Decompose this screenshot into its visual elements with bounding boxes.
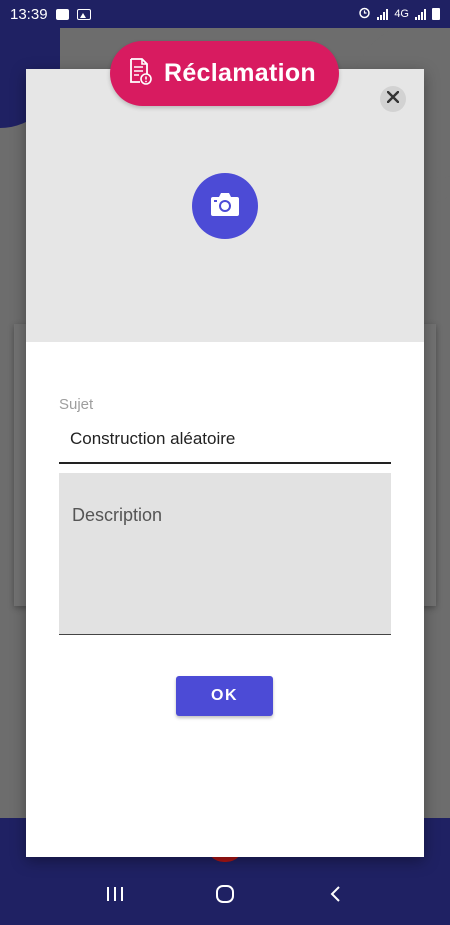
dialog-title-pill: Réclamation xyxy=(110,41,339,106)
battery-icon xyxy=(432,8,440,20)
reclamation-dialog: Sujet Construction aléatoire Description… xyxy=(26,69,424,857)
network-type: 4G xyxy=(394,8,409,20)
navigation-bar xyxy=(0,862,450,925)
document-alert-icon xyxy=(128,57,152,90)
dialog-title: Réclamation xyxy=(164,59,316,87)
status-bar: 13:39 4G xyxy=(0,0,450,28)
home-icon[interactable] xyxy=(205,874,245,914)
signal-icon xyxy=(377,8,389,20)
photo-area[interactable] xyxy=(26,69,424,342)
ok-button[interactable]: OK xyxy=(176,676,273,716)
check-box-icon xyxy=(55,8,69,20)
close-icon xyxy=(386,90,400,108)
recent-apps-icon[interactable] xyxy=(95,874,135,914)
image-icon xyxy=(76,8,91,20)
status-time: 13:39 xyxy=(10,5,48,23)
camera-icon xyxy=(210,191,240,222)
back-icon[interactable] xyxy=(315,874,355,914)
alarm-icon xyxy=(358,6,371,22)
close-button[interactable] xyxy=(380,86,406,112)
subject-label: Sujet xyxy=(59,396,94,413)
subject-underline xyxy=(59,462,391,464)
signal-icon-2 xyxy=(415,8,426,20)
description-placeholder: Description xyxy=(72,505,163,525)
description-input[interactable]: Description xyxy=(59,473,391,635)
camera-button[interactable] xyxy=(192,173,258,239)
subject-input[interactable]: Construction aléatoire xyxy=(70,429,235,449)
